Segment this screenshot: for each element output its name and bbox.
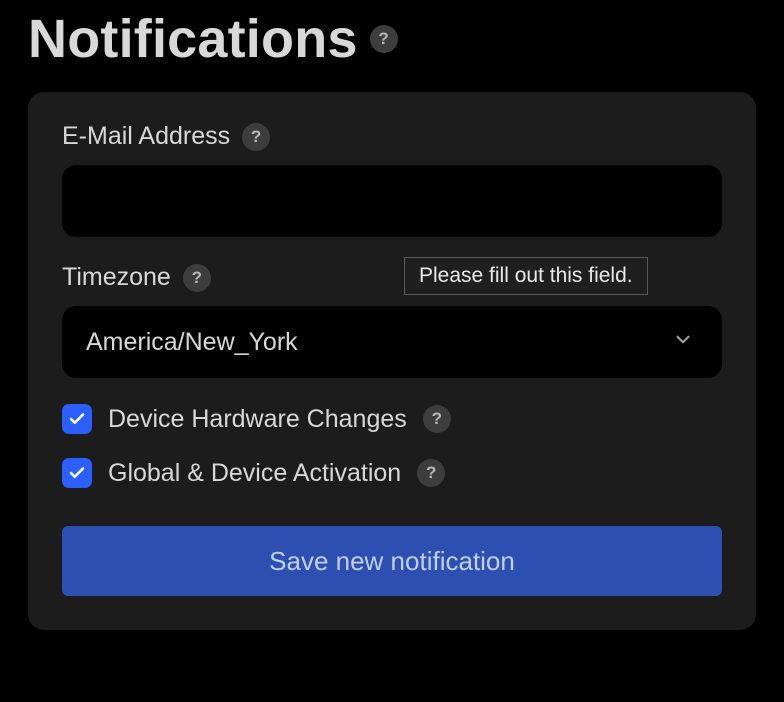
- email-field-group: E-Mail Address ?: [62, 122, 722, 237]
- email-input[interactable]: [62, 165, 722, 237]
- timezone-field-group: Timezone ? Please fill out this field. A…: [62, 263, 722, 378]
- hardware-changes-help-icon[interactable]: ?: [423, 405, 451, 433]
- email-help-icon[interactable]: ?: [242, 123, 270, 151]
- title-help-icon[interactable]: ?: [370, 25, 398, 53]
- hardware-changes-label: Device Hardware Changes: [108, 405, 407, 434]
- hardware-changes-row: Device Hardware Changes ?: [62, 404, 722, 434]
- timezone-select[interactable]: America/New_York: [62, 306, 722, 378]
- activation-checkbox[interactable]: [62, 458, 92, 488]
- save-button[interactable]: Save new notification: [62, 526, 722, 596]
- email-label: E-Mail Address: [62, 122, 230, 151]
- page-title: Notifications: [28, 8, 358, 70]
- hardware-changes-checkbox[interactable]: [62, 404, 92, 434]
- notification-form-card: E-Mail Address ? Timezone ? Please fill …: [28, 92, 756, 630]
- activation-label: Global & Device Activation: [108, 459, 401, 488]
- activation-help-icon[interactable]: ?: [417, 459, 445, 487]
- validation-tooltip: Please fill out this field.: [404, 257, 648, 295]
- activation-row: Global & Device Activation ?: [62, 458, 722, 488]
- checkmark-icon: [68, 464, 86, 482]
- timezone-selected-value: America/New_York: [86, 328, 298, 357]
- checkmark-icon: [68, 410, 86, 428]
- timezone-help-icon[interactable]: ?: [183, 264, 211, 292]
- timezone-label: Timezone: [62, 263, 171, 292]
